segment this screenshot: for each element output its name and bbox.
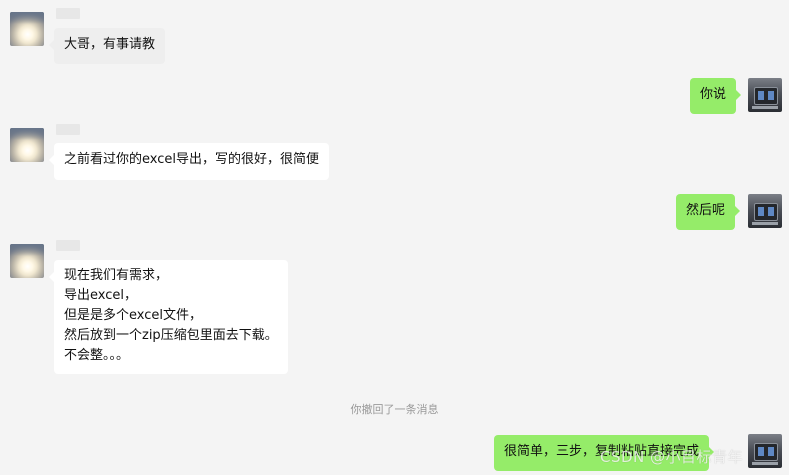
message-line: 现在我们有需求， [64, 268, 169, 283]
received-message-bubble[interactable]: 之前看过你的excel导出，写的很好，很简便 [49, 143, 329, 180]
my-avatar[interactable] [748, 78, 782, 112]
my-avatar[interactable] [748, 434, 782, 468]
my-avatar[interactable] [748, 194, 782, 228]
message-text: 之前看过你的excel导出，写的很好，很简便 [64, 152, 319, 167]
watermark: CSDN @小目标青年 [600, 448, 744, 466]
avatar-image [754, 87, 778, 105]
message-line: 不会整。。。 [64, 348, 130, 363]
contact-nickname [56, 240, 80, 251]
message-line: 导出excel， [64, 288, 137, 303]
message-text: 然后呢 [686, 203, 726, 218]
received-message-bubble[interactable]: 现在我们有需求， 导出excel， 但是是多个excel文件， 然后放到一个zi… [49, 260, 288, 374]
recall-notice: 你撤回了一条消息 [350, 403, 439, 416]
message-line: 但是是多个excel文件， [64, 308, 202, 323]
received-message-bubble[interactable]: 大哥，有事请教 [48, 28, 166, 64]
avatar-image-base [752, 106, 778, 109]
avatar-image-base [752, 462, 778, 465]
message-text: 大哥，有事请教 [64, 37, 156, 52]
avatar-image-base [752, 222, 778, 225]
avatar-image [754, 443, 778, 461]
message-line: 然后放到一个zip压缩包里面去下载。 [64, 328, 278, 343]
sent-message-bubble[interactable]: 然后呢 [676, 194, 741, 230]
contact-avatar[interactable] [10, 12, 44, 46]
contact-avatar[interactable] [10, 128, 44, 162]
sent-message-bubble[interactable]: 你说 [690, 78, 742, 114]
avatar-image [754, 203, 778, 221]
contact-avatar[interactable] [10, 244, 44, 278]
contact-nickname [56, 124, 80, 135]
contact-nickname [56, 8, 80, 19]
message-text: 你说 [700, 87, 727, 102]
